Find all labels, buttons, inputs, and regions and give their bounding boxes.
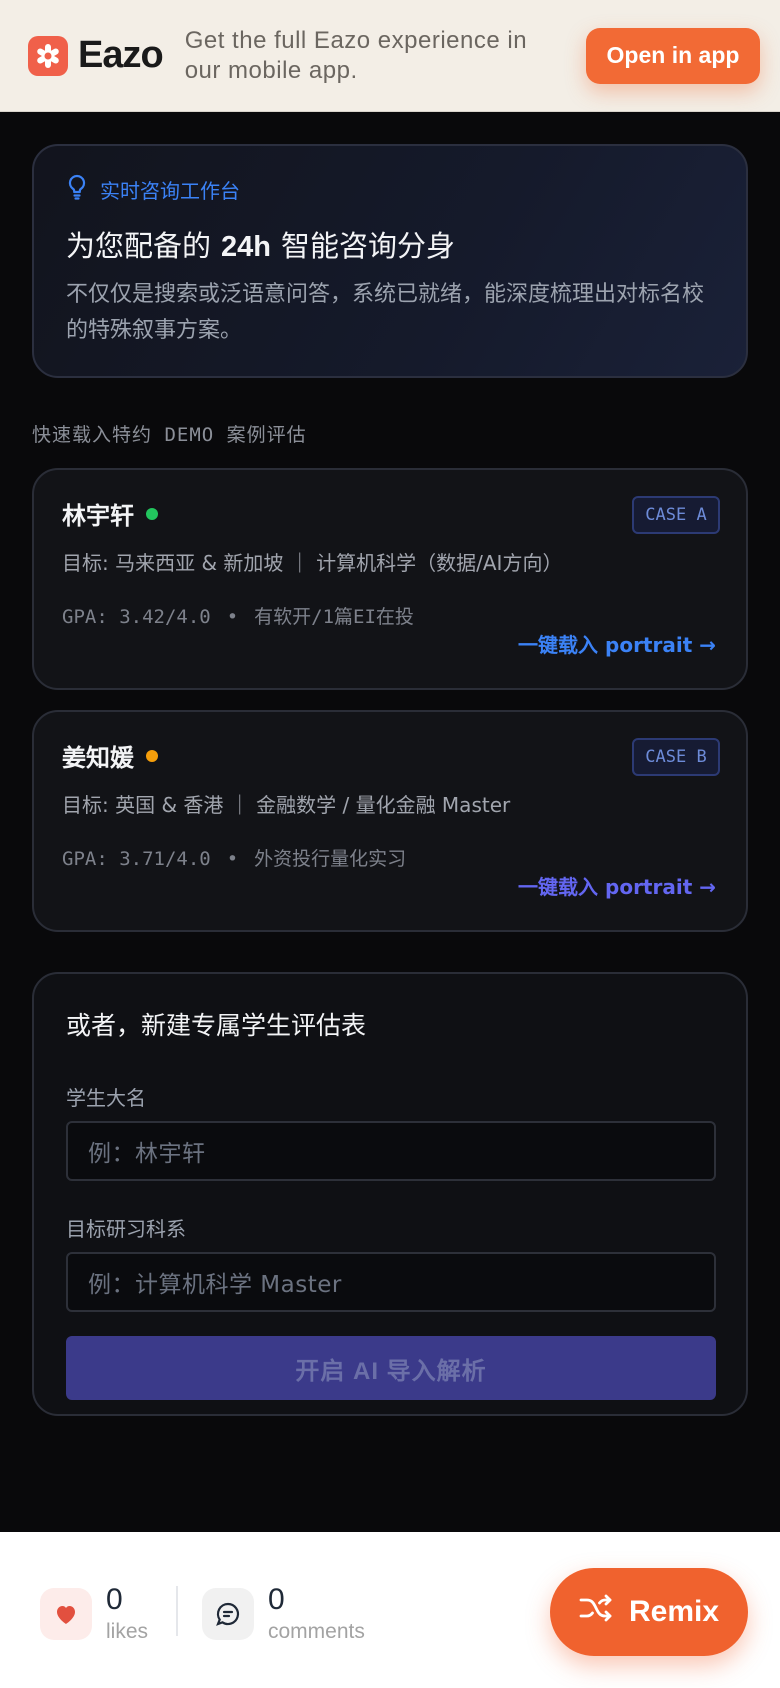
bottom-bar: 0 likes 0 comments Remix <box>0 1532 780 1688</box>
status-dot <box>146 507 158 520</box>
remix-label: Remix <box>628 1595 720 1628</box>
bullet-separator: • <box>226 606 239 628</box>
status-dot <box>146 749 158 762</box>
case-card-a[interactable]: 林宇轩 CASE A 目标: 马来西亚 & 新加坡 ｜ 计算机科学（数据/AI方… <box>32 468 748 690</box>
case-gpa: GPA: 3.42/4.0 <box>62 606 211 628</box>
case-highlight: 有软开/1篇EI在投 <box>254 606 414 628</box>
brand-name: Eazo <box>78 34 164 76</box>
hero-card: 实时咨询工作台 为您配备的 24h 智能咨询分身 不仅仅是搜索或泛语意问答，系统已就… <box>32 144 748 378</box>
case-gpa-row: GPA: 3.42/4.0 • 有软开/1篇EI在投 <box>62 602 718 629</box>
likes-label: likes <box>106 1620 149 1643</box>
app-banner: Eazo Get the full Eazo experience in our… <box>0 0 780 112</box>
likes-stat[interactable]: 0 likes <box>40 1584 148 1644</box>
hero-tag: 实时咨询工作台 <box>66 174 714 205</box>
hero-tag-label: 实时咨询工作台 <box>100 179 240 203</box>
load-portrait-link[interactable]: 一键载入 portrait → <box>518 871 716 900</box>
bullet-separator: • <box>226 848 239 870</box>
new-student-form: 或者，新建专属学生评估表 学生大名 例：林宇轩 目标研习科系 例：计算机科学 M… <box>32 972 748 1416</box>
shuffle-icon <box>579 1593 613 1631</box>
lightbulb-icon <box>66 174 88 205</box>
comments-stat[interactable]: 0 comments <box>202 1584 365 1644</box>
load-portrait-link[interactable]: 一键载入 portrait → <box>518 629 716 658</box>
eazo-logo-icon <box>28 35 68 76</box>
form-title: 或者，新建专属学生评估表 <box>66 1011 367 1040</box>
eazo-logo[interactable]: Eazo <box>28 34 164 77</box>
open-in-app-button[interactable]: Open in app <box>586 27 760 84</box>
case-badge: CASE A <box>632 496 720 534</box>
case-student-name: 林宇轩 <box>62 502 134 530</box>
banner-message: Get the full Eazo experience in our mobi… <box>184 26 528 84</box>
comment-icon[interactable] <box>202 1588 254 1640</box>
start-ai-import-button[interactable]: 开启 AI 导入解析 <box>66 1336 716 1400</box>
case-card-b[interactable]: 姜知媛 CASE B 目标: 英国 & 香港 ｜ 金融数学 / 量化金融 Mas… <box>32 710 748 932</box>
comments-label: comments <box>268 1620 365 1643</box>
section-label: 快速载入特约 DEMO 案例评估 <box>32 424 307 446</box>
case-target: 目标: 马来西亚 & 新加坡 ｜ 计算机科学（数据/AI方向） <box>62 551 563 575</box>
hero-title-suffix: 智能咨询分身 <box>281 229 456 263</box>
target-major-input[interactable]: 例：计算机科学 Master <box>66 1252 716 1312</box>
hero-description: 不仅仅是搜索或泛语意问答，系统已就绪，能深度梳理出对标名校的特殊叙事方案。 <box>66 282 705 343</box>
divider <box>176 1586 178 1636</box>
comments-count: 0 <box>268 1583 285 1616</box>
hero-title: 为您配备的 24h 智能咨询分身 <box>66 223 714 265</box>
student-name-input[interactable]: 例：林宇轩 <box>66 1121 716 1181</box>
heart-icon[interactable] <box>40 1588 92 1640</box>
hero-title-highlight: 24h <box>221 231 271 263</box>
likes-count: 0 <box>106 1583 123 1616</box>
student-name-label: 学生大名 <box>66 1086 146 1110</box>
hero-title-prefix: 为您配备的 <box>66 229 212 263</box>
case-target: 目标: 英国 & 香港 ｜ 金融数学 / 量化金融 Master <box>62 793 511 817</box>
remix-button[interactable]: Remix <box>550 1568 748 1656</box>
case-highlight: 外资投行量化实习 <box>254 848 407 870</box>
target-major-label: 目标研习科系 <box>66 1217 186 1241</box>
case-student-name: 姜知媛 <box>62 744 134 772</box>
case-gpa-row: GPA: 3.71/4.0 • 外资投行量化实习 <box>62 844 718 871</box>
case-badge: CASE B <box>632 738 720 776</box>
case-gpa: GPA: 3.71/4.0 <box>62 848 211 870</box>
